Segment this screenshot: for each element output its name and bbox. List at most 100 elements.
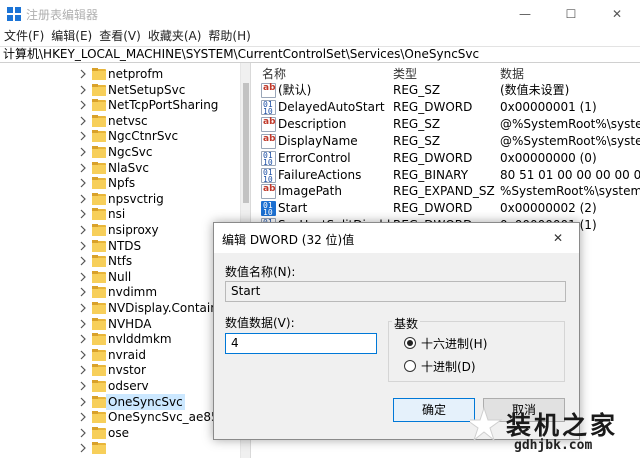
chevron-right-icon[interactable]: [78, 241, 88, 251]
tree-item[interactable]: NlaSvc: [0, 160, 238, 176]
chevron-right-icon[interactable]: [78, 225, 88, 235]
folder-icon: [92, 270, 106, 283]
tree-item[interactable]: NgcSvc: [0, 144, 238, 160]
tree-item[interactable]: Npfs: [0, 175, 238, 191]
folder-icon: [92, 99, 106, 112]
value-name: Start: [278, 201, 308, 216]
tree-item[interactable]: ose: [0, 425, 238, 441]
tree-item[interactable]: NTDS: [0, 238, 238, 254]
value-data-input[interactable]: 4: [225, 333, 377, 354]
chevron-right-icon[interactable]: [78, 256, 88, 266]
chevron-right-icon[interactable]: [78, 131, 88, 141]
column-header-type[interactable]: 类型: [393, 65, 417, 82]
tree-item[interactable]: NetTcpPortSharing: [0, 97, 238, 113]
tree-item[interactable]: nsi: [0, 206, 238, 222]
menu-help[interactable]: 帮助(H): [204, 28, 253, 46]
chevron-right-icon[interactable]: [78, 100, 88, 110]
value-row[interactable]: (默认) REG_SZ (数值未设置): [256, 82, 640, 99]
chevron-right-icon[interactable]: [78, 303, 88, 313]
value-row[interactable]: DelayedAutoStart REG_DWORD 0x00000001 (1): [256, 99, 640, 116]
scrollbar-thumb[interactable]: [243, 83, 249, 203]
address-bar[interactable]: 计算机\HKEY_LOCAL_MACHINE\SYSTEM\CurrentCon…: [0, 46, 640, 63]
chevron-right-icon[interactable]: [78, 428, 88, 438]
tree-item-label: Npfs: [108, 176, 136, 191]
tree-item[interactable]: NgcCtnrSvc: [0, 128, 238, 144]
value-type: REG_SZ: [393, 83, 441, 97]
menu-favorites[interactable]: 收藏夹(A): [144, 28, 205, 46]
tree-item[interactable]: netvsc: [0, 113, 238, 129]
menu-view[interactable]: 查看(V): [95, 28, 144, 46]
dialog-close-button[interactable]: ✕: [545, 223, 579, 253]
tree-item[interactable]: nvlddmkm: [0, 331, 238, 347]
folder-icon: [92, 348, 106, 361]
close-button[interactable]: ✕: [594, 0, 640, 28]
tree-item[interactable]: nvstor: [0, 362, 238, 378]
chevron-right-icon[interactable]: [78, 178, 88, 188]
chevron-right-icon[interactable]: [78, 397, 88, 407]
tree-item[interactable]: NetSetupSvc: [0, 82, 238, 98]
chevron-right-icon[interactable]: [78, 443, 88, 453]
chevron-right-icon[interactable]: [78, 209, 88, 219]
chevron-right-icon[interactable]: [78, 334, 88, 344]
chevron-right-icon[interactable]: [78, 194, 88, 204]
value-row[interactable]: Start REG_DWORD 0x00000002 (2): [256, 200, 640, 217]
minimize-button[interactable]: —: [502, 0, 548, 28]
tree-item-label: netvsc: [108, 113, 148, 128]
column-header-name[interactable]: 名称: [262, 65, 286, 82]
chevron-right-icon[interactable]: [78, 69, 88, 79]
radio-decimal[interactable]: [404, 360, 416, 372]
string-value-icon: [261, 83, 276, 98]
menu-file[interactable]: 文件(F): [0, 28, 47, 46]
tree-item-label: OneSyncSvc_ae855: [108, 410, 227, 425]
value-name: (默认): [278, 83, 312, 97]
radio-hex-label[interactable]: 十六进制(H): [421, 335, 487, 352]
value-row[interactable]: Description REG_SZ @%SystemRoot%\system3: [256, 116, 640, 133]
tree-item[interactable]: NVHDA: [0, 316, 238, 332]
radio-hex[interactable]: [404, 337, 416, 349]
tree-item[interactable]: nsiproxy: [0, 222, 238, 238]
tree-item[interactable]: Null: [0, 269, 238, 285]
tree-item-label: nsi: [108, 207, 126, 222]
tree-item[interactable]: netprofm: [0, 66, 238, 82]
tree-item[interactable]: OneSyncSvc: [0, 393, 238, 410]
site-watermark: 装机之家 gdhjbk.com: [465, 400, 640, 458]
folder-icon: [92, 130, 106, 143]
tree-item[interactable]: OneSyncSvc_ae855: [0, 409, 238, 425]
value-row[interactable]: DisplayName REG_SZ @%SystemRoot%\system3: [256, 133, 640, 150]
chevron-right-icon[interactable]: [78, 272, 88, 282]
chevron-right-icon[interactable]: [78, 365, 88, 375]
value-row[interactable]: ImagePath REG_EXPAND_SZ %SystemRoot%\syste…: [256, 183, 640, 200]
chevron-right-icon[interactable]: [78, 412, 88, 422]
tree-item-label: Null: [108, 269, 132, 284]
column-header-data[interactable]: 数据: [500, 65, 524, 82]
menu-edit[interactable]: 编辑(E): [47, 28, 95, 46]
folder-icon: [92, 395, 106, 408]
folder-icon: [92, 286, 106, 299]
tree-item-label: [106, 440, 110, 456]
tree-item[interactable]: npsvctrig: [0, 191, 238, 207]
chevron-right-icon[interactable]: [78, 147, 88, 157]
value-type: REG_SZ: [393, 116, 441, 131]
close-icon: ✕: [611, 7, 623, 21]
chevron-right-icon[interactable]: [78, 85, 88, 95]
value-name: DisplayName: [278, 133, 358, 148]
value-row[interactable]: FailureActions REG_BINARY 80 51 01 00 00 0…: [256, 167, 640, 184]
tree-item[interactable]: NVDisplay.Container: [0, 300, 238, 316]
tree-item[interactable]: odserv: [0, 378, 238, 394]
chevron-right-icon[interactable]: [78, 163, 88, 173]
ok-button[interactable]: 确定: [393, 398, 475, 422]
value-row[interactable]: ErrorControl REG_DWORD 0x00000000 (0): [256, 150, 640, 167]
chevron-right-icon[interactable]: [78, 350, 88, 360]
tree-item[interactable]: Ntfs: [0, 253, 238, 269]
tree-item[interactable]: [0, 440, 238, 456]
chevron-right-icon[interactable]: [78, 381, 88, 391]
radio-decimal-label[interactable]: 十进制(D): [421, 358, 476, 375]
tree-item[interactable]: nvdimm: [0, 284, 238, 300]
value-data: 0x00000001 (1): [500, 99, 597, 114]
chevron-right-icon[interactable]: [78, 287, 88, 297]
value-name: ErrorControl: [278, 150, 351, 165]
chevron-right-icon[interactable]: [78, 319, 88, 329]
maximize-button[interactable]: ☐: [548, 0, 594, 28]
chevron-right-icon[interactable]: [78, 116, 88, 126]
tree-item[interactable]: nvraid: [0, 347, 238, 363]
